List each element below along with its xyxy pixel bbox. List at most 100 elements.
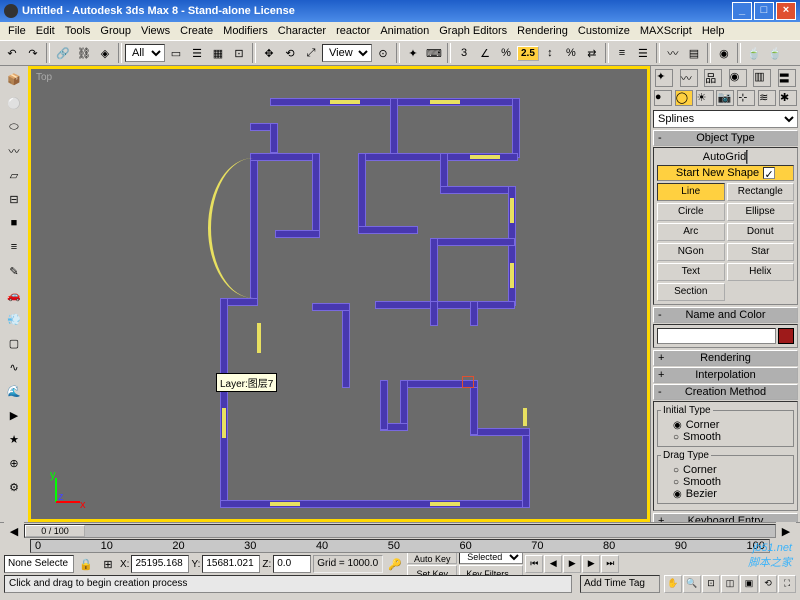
helix-button[interactable]: Helix	[727, 263, 795, 281]
color-swatch[interactable]	[778, 328, 794, 344]
ref-coord-dropdown[interactable]: View	[322, 44, 372, 62]
next-frame-icon[interactable]: ▶	[582, 555, 600, 573]
menu-views[interactable]: Views	[137, 24, 174, 38]
viewport-top[interactable]: Top	[28, 66, 650, 522]
y-coord-input[interactable]: 15681.021	[202, 555, 260, 573]
menu-edit[interactable]: Edit	[32, 24, 59, 38]
x-coord-input[interactable]: 25195.168	[131, 555, 189, 573]
circle-button[interactable]: Circle	[657, 203, 725, 221]
reactor-cloth-icon[interactable]: ▢	[3, 332, 25, 354]
mirror-icon[interactable]: ⇄	[582, 43, 602, 63]
reactor-lines-icon[interactable]: ≡	[3, 236, 25, 258]
reactor-rope-icon[interactable]: ∿	[3, 356, 25, 378]
create-tab-icon[interactable]: ✦	[655, 69, 673, 87]
reactor-plane-icon[interactable]: ▱	[3, 164, 25, 186]
menu-modifiers[interactable]: Modifiers	[219, 24, 272, 38]
fov-icon[interactable]: ◫	[721, 575, 739, 593]
cameras-icon[interactable]: 📷	[716, 90, 734, 106]
menu-animation[interactable]: Animation	[376, 24, 433, 38]
shapes-icon[interactable]: ◯	[675, 90, 693, 106]
reactor-anim-icon[interactable]: ★	[3, 428, 25, 450]
category-dropdown[interactable]: Splines	[653, 110, 798, 128]
menu-file[interactable]: File	[4, 24, 30, 38]
rectangle-button[interactable]: Rectangle	[727, 183, 795, 201]
abs-transform-icon[interactable]: ⊞	[98, 554, 118, 574]
time-slider[interactable]: 0 / 100	[24, 524, 776, 538]
time-next-icon[interactable]: ▶	[776, 521, 796, 541]
line-button[interactable]: Line	[657, 183, 725, 201]
time-ruler[interactable]: 0102030405060708090100	[30, 539, 770, 553]
systems-icon[interactable]: ✱	[779, 90, 797, 106]
reactor-dash-icon[interactable]: ⊟	[3, 188, 25, 210]
reactor-util-icon[interactable]: ⚙	[3, 476, 25, 498]
reactor-wand-icon[interactable]: ✎	[3, 260, 25, 282]
menu-help[interactable]: Help	[698, 24, 729, 38]
ellipse-button[interactable]: Ellipse	[727, 203, 795, 221]
ngon-button[interactable]: NGon	[657, 243, 725, 261]
reactor-box-icon[interactable]: 📦	[3, 68, 25, 90]
reactor-wind-icon[interactable]: 💨	[3, 308, 25, 330]
schematic-icon[interactable]: ▤	[684, 43, 704, 63]
snap3d-icon[interactable]: 3	[454, 43, 474, 63]
menu-group[interactable]: Group	[96, 24, 135, 38]
pivot-icon[interactable]: ⊙	[373, 43, 393, 63]
start-shape-checkbox[interactable]: ✓	[763, 167, 775, 179]
align-icon[interactable]: ≡	[612, 43, 632, 63]
goto-start-icon[interactable]: ⏮	[525, 555, 543, 573]
rotate-icon[interactable]: ⟲	[280, 43, 300, 63]
creation-method-rollout[interactable]: -Creation Method	[653, 384, 798, 400]
modify-tab-icon[interactable]: 〰	[680, 69, 698, 87]
pan-icon[interactable]: ✋	[664, 575, 682, 593]
menu-create[interactable]: Create	[176, 24, 217, 38]
menu-character[interactable]: Character	[274, 24, 330, 38]
percent-snap-icon[interactable]: %	[496, 43, 516, 63]
time-thumb[interactable]: 0 / 100	[25, 525, 85, 537]
select-icon[interactable]: ▭	[166, 43, 186, 63]
select-region-icon[interactable]: ▦	[208, 43, 228, 63]
geometry-icon[interactable]: ●	[654, 90, 672, 106]
initial-corner-radio[interactable]: ◉ Corner	[673, 419, 790, 431]
render-scene-icon[interactable]: 🍵	[744, 43, 764, 63]
autogrid-checkbox[interactable]	[746, 150, 748, 164]
quick-render-icon[interactable]: 🍵	[765, 43, 785, 63]
lock-icon[interactable]: 🔒	[76, 554, 96, 574]
maximize-button[interactable]: □	[754, 2, 774, 20]
menu-grapheditors[interactable]: Graph Editors	[435, 24, 511, 38]
snap-toggle[interactable]: 2.5	[517, 46, 539, 61]
star-button[interactable]: Star	[727, 243, 795, 261]
move-icon[interactable]: ✥	[259, 43, 279, 63]
minimize-button[interactable]: _	[732, 2, 752, 20]
object-type-rollout[interactable]: -Object Type	[653, 130, 798, 146]
utilities-tab-icon[interactable]: 〓	[778, 69, 796, 87]
donut-button[interactable]: Donut	[727, 223, 795, 241]
selection-filter[interactable]: All	[125, 44, 165, 62]
zoom-extents-icon[interactable]: ⊡	[702, 575, 720, 593]
play-icon[interactable]: ▶	[563, 555, 581, 573]
drag-corner-radio[interactable]: ○ Corner	[673, 464, 790, 476]
display-tab-icon[interactable]: ▥	[753, 69, 771, 87]
menu-reactor[interactable]: reactor	[332, 24, 374, 38]
select-name-icon[interactable]: ☰	[187, 43, 207, 63]
named-sel-icon[interactable]: %	[561, 43, 581, 63]
keyboard-entry-rollout[interactable]: +Keyboard Entry	[653, 513, 798, 522]
layers-icon[interactable]: ☰	[633, 43, 653, 63]
zoom-region-icon[interactable]: ▣	[740, 575, 758, 593]
goto-end-icon[interactable]: ⏭	[601, 555, 619, 573]
select-manip-icon[interactable]: ✦	[403, 43, 423, 63]
rendering-rollout[interactable]: +Rendering	[653, 350, 798, 366]
link-icon[interactable]: 🔗	[53, 43, 73, 63]
menu-customize[interactable]: Customize	[574, 24, 634, 38]
reactor-water-icon[interactable]: 🌊	[3, 380, 25, 402]
menu-tools[interactable]: Tools	[61, 24, 95, 38]
prev-frame-icon[interactable]: ◀	[544, 555, 562, 573]
spinner-snap-icon[interactable]: ↕	[540, 43, 560, 63]
text-button[interactable]: Text	[657, 263, 725, 281]
orbit-icon[interactable]: ⟲	[759, 575, 777, 593]
curve-editor-icon[interactable]: 〰	[663, 43, 683, 63]
lights-icon[interactable]: ☀	[696, 90, 714, 106]
space-warps-icon[interactable]: ≋	[758, 90, 776, 106]
hierarchy-tab-icon[interactable]: 品	[704, 69, 722, 87]
menu-rendering[interactable]: Rendering	[513, 24, 572, 38]
window-crossing-icon[interactable]: ⊡	[229, 43, 249, 63]
keyboard-icon[interactable]: ⌨	[424, 43, 444, 63]
